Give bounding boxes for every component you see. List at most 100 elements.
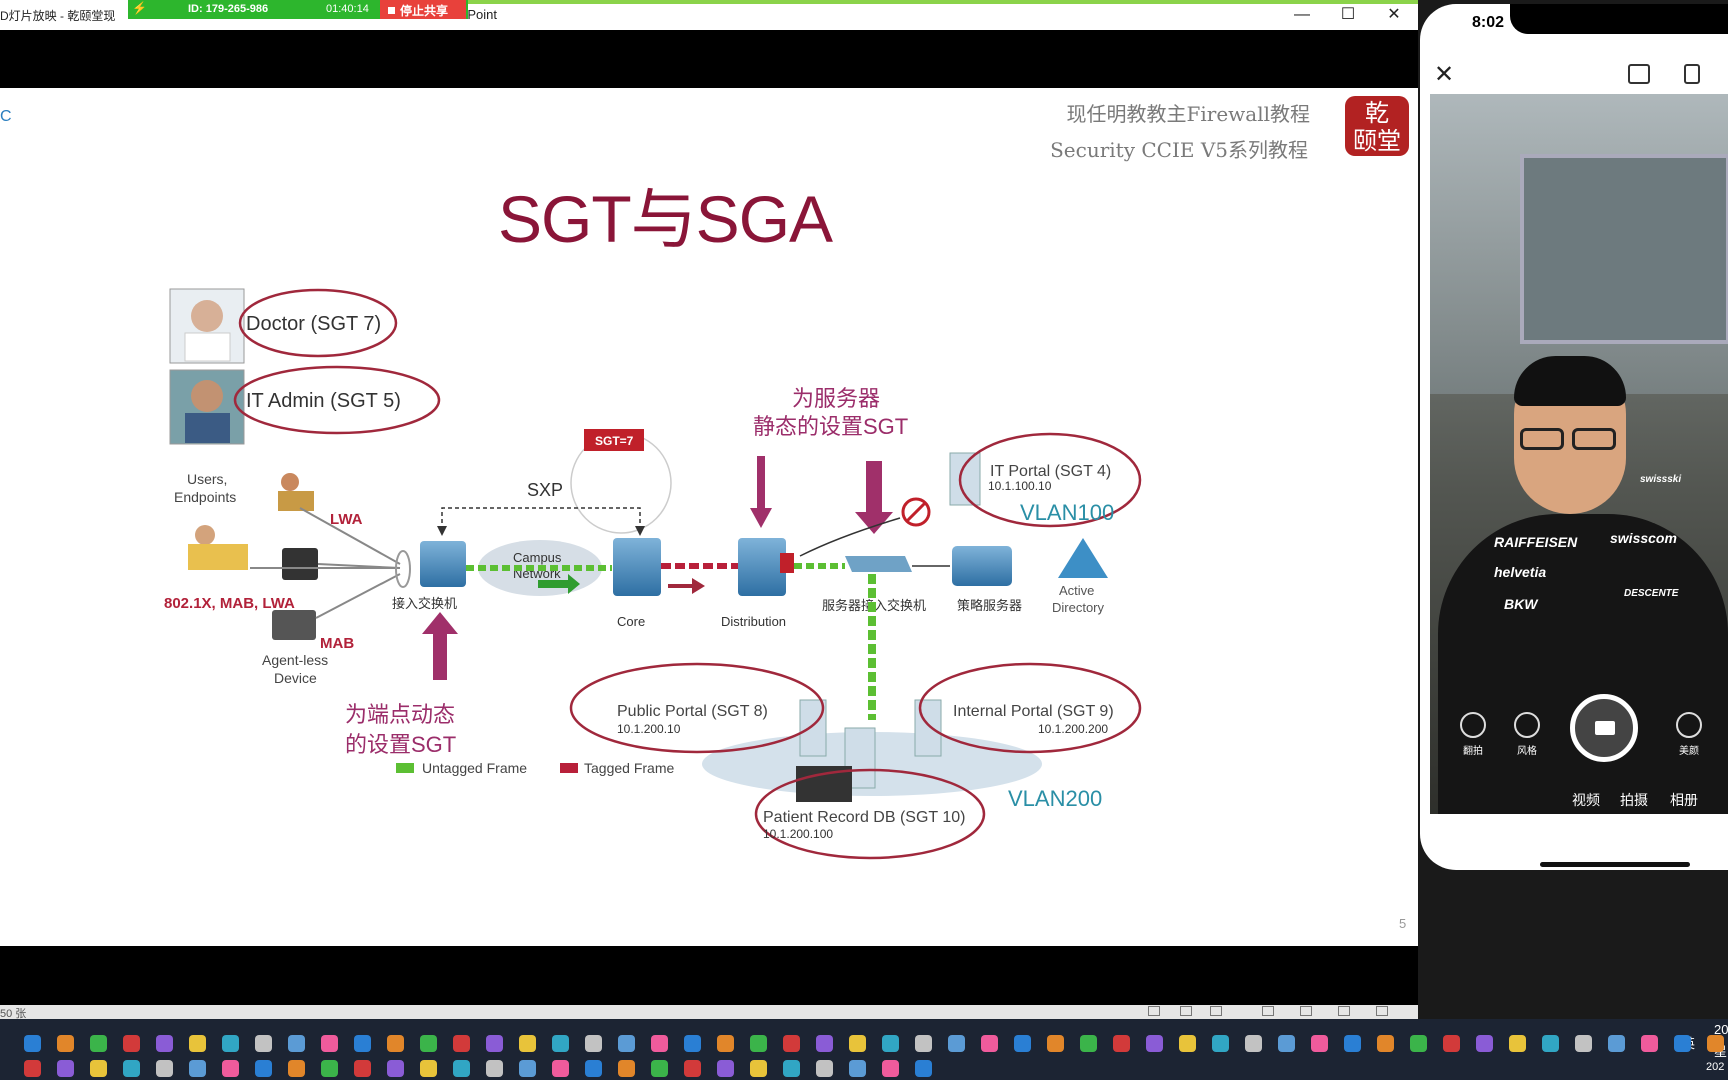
taskbar-edge-0-1-icon[interactable] <box>57 1035 74 1052</box>
taskbar-mail-0-33-icon[interactable] <box>1113 1035 1130 1052</box>
taskbar-app-1-4-icon[interactable] <box>156 1060 173 1077</box>
style-control[interactable]: 风格 <box>1514 712 1540 757</box>
taskbar-explorer-1-0-icon[interactable] <box>24 1060 41 1077</box>
taskbar-finder-0-26-icon[interactable] <box>882 1035 899 1052</box>
taskbar-store-0-22-icon[interactable] <box>750 1035 767 1052</box>
mode-tab-video[interactable]: 视频 <box>1572 790 1600 810</box>
normal-view-icon[interactable] <box>1262 1006 1274 1016</box>
taskbar-mail-0-43-icon[interactable] <box>1443 1035 1460 1052</box>
taskbar-store-0-32-icon[interactable] <box>1080 1035 1097 1052</box>
taskbar-app-0-4-icon[interactable] <box>156 1035 173 1052</box>
mode-tab-photo[interactable]: 拍摄 <box>1620 790 1648 810</box>
record-button[interactable] <box>1570 694 1638 762</box>
taskbar-chrome-0-35-icon[interactable] <box>1179 1035 1196 1052</box>
taskbar-record-0-9-icon[interactable] <box>321 1035 338 1052</box>
taskbar-powerpoint-0-48-icon[interactable] <box>1608 1035 1625 1052</box>
taskbar-explorer-1-20-icon[interactable] <box>684 1060 701 1077</box>
taskbar-explorer-0-10-icon[interactable] <box>354 1035 371 1052</box>
beauty-control[interactable]: 美颜 <box>1676 712 1702 757</box>
taskbar-finder-1-6-icon[interactable] <box>222 1060 239 1077</box>
sorter-view-icon[interactable] <box>1300 1006 1312 1016</box>
taskbar-explorer-0-50-icon[interactable] <box>1674 1035 1691 1052</box>
taskbar-chrome-0-15-icon[interactable] <box>519 1035 536 1052</box>
taskbar-mail-0-3-icon[interactable] <box>123 1035 140 1052</box>
taskbar-chrome-0-25-icon[interactable] <box>849 1035 866 1052</box>
screen-mode-icon[interactable] <box>1628 64 1650 84</box>
taskbar-edge-0-31-icon[interactable] <box>1047 1035 1064 1052</box>
taskbar-store-1-22-icon[interactable] <box>750 1060 767 1077</box>
taskbar-chrome-0-5-icon[interactable] <box>189 1035 206 1052</box>
taskbar-powerpoint-0-18-icon[interactable] <box>618 1035 635 1052</box>
taskbar-explorer-0-20-icon[interactable] <box>684 1035 701 1052</box>
taskbar-edge-1-11-icon[interactable] <box>387 1060 404 1077</box>
aspect-ratio-icon[interactable] <box>1684 64 1700 84</box>
taskbar-record-1-9-icon[interactable] <box>321 1060 338 1077</box>
taskbar-network-0-37-icon[interactable] <box>1245 1035 1262 1052</box>
taskbar-mail-0-13-icon[interactable] <box>453 1035 470 1052</box>
taskbar-powerpoint-1-18-icon[interactable] <box>618 1060 635 1077</box>
taskbar-store-0-12-icon[interactable] <box>420 1035 437 1052</box>
taskbar-chrome-1-15-icon[interactable] <box>519 1060 536 1077</box>
taskbar-edge-0-11-icon[interactable] <box>387 1035 404 1052</box>
taskbar-mail-1-13-icon[interactable] <box>453 1060 470 1077</box>
taskbar-explorer-0-40-icon[interactable] <box>1344 1035 1361 1052</box>
taskbar-powerpoint-0-28-icon[interactable] <box>948 1035 965 1052</box>
taskbar-explorer-0-30-icon[interactable] <box>1014 1035 1031 1052</box>
taskbar-store-1-12-icon[interactable] <box>420 1060 437 1077</box>
remake-control[interactable]: 翻拍 <box>1460 712 1486 757</box>
taskbar-record-1-19-icon[interactable] <box>651 1060 668 1077</box>
taskbar-record-0-29-icon[interactable] <box>981 1035 998 1052</box>
taskbar-explorer-1-10-icon[interactable] <box>354 1060 371 1077</box>
taskbar-finder-0-36-icon[interactable] <box>1212 1035 1229 1052</box>
maximize-button[interactable]: ☐ <box>1328 2 1368 28</box>
prev-slide-icon[interactable] <box>1148 1006 1160 1016</box>
taskbar-store-1-2-icon[interactable] <box>90 1060 107 1077</box>
next-slide-icon[interactable] <box>1210 1006 1222 1016</box>
taskbar-app-0-44-icon[interactable] <box>1476 1035 1493 1052</box>
taskbar-edge-0-41-icon[interactable] <box>1377 1035 1394 1052</box>
taskbar-mail-1-3-icon[interactable] <box>123 1060 140 1077</box>
taskbar-network-1-27-icon[interactable] <box>915 1060 932 1077</box>
taskbar-network-1-17-icon[interactable] <box>585 1060 602 1077</box>
taskbar-powerpoint-0-8-icon[interactable] <box>288 1035 305 1052</box>
taskbar-network-1-7-icon[interactable] <box>255 1060 272 1077</box>
taskbar-edge-1-1-icon[interactable] <box>57 1060 74 1077</box>
taskbar-finder-0-16-icon[interactable] <box>552 1035 569 1052</box>
taskbar-chrome-0-45-icon[interactable] <box>1509 1035 1526 1052</box>
taskbar-network-0-47-icon[interactable] <box>1575 1035 1592 1052</box>
taskbar-powerpoint-1-8-icon[interactable] <box>288 1060 305 1077</box>
taskbar-app-0-34-icon[interactable] <box>1146 1035 1163 1052</box>
taskbar-explorer-0-0-icon[interactable] <box>24 1035 41 1052</box>
taskbar-store-0-2-icon[interactable] <box>90 1035 107 1052</box>
slideshow-view-icon[interactable] <box>1376 1006 1388 1016</box>
taskbar-network-0-17-icon[interactable] <box>585 1035 602 1052</box>
taskbar-store-0-42-icon[interactable] <box>1410 1035 1427 1052</box>
taskbar-record-0-39-icon[interactable] <box>1311 1035 1328 1052</box>
taskbar-app-0-14-icon[interactable] <box>486 1035 503 1052</box>
taskbar-powerpoint-0-38-icon[interactable] <box>1278 1035 1295 1052</box>
close-button[interactable]: ✕ <box>1374 2 1414 28</box>
taskbar-chrome-1-25-icon[interactable] <box>849 1060 866 1077</box>
slide-menu-icon[interactable] <box>1180 1006 1192 1016</box>
close-icon[interactable]: ✕ <box>1434 60 1454 89</box>
taskbar-app-1-14-icon[interactable] <box>486 1060 503 1077</box>
taskbar-edge-1-21-icon[interactable] <box>717 1060 734 1077</box>
mode-tab-album[interactable]: 相册 <box>1670 790 1698 810</box>
taskbar-record-0-49-icon[interactable] <box>1641 1035 1658 1052</box>
taskbar-network-0-27-icon[interactable] <box>915 1035 932 1052</box>
taskbar-mail-1-23-icon[interactable] <box>783 1060 800 1077</box>
taskbar-record-0-19-icon[interactable] <box>651 1035 668 1052</box>
minimize-button[interactable]: — <box>1282 2 1322 28</box>
home-indicator[interactable] <box>1540 862 1690 867</box>
taskbar-chrome-1-5-icon[interactable] <box>189 1060 206 1077</box>
taskbar-finder-0-46-icon[interactable] <box>1542 1035 1559 1052</box>
clock-year[interactable]: 202 <box>1706 1061 1724 1073</box>
taskbar-mail-0-23-icon[interactable] <box>783 1035 800 1052</box>
taskbar-app-0-24-icon[interactable] <box>816 1035 833 1052</box>
taskbar-finder-1-26-icon[interactable] <box>882 1060 899 1077</box>
reading-view-icon[interactable] <box>1338 1006 1350 1016</box>
taskbar-finder-1-16-icon[interactable] <box>552 1060 569 1077</box>
taskbar-network-0-7-icon[interactable] <box>255 1035 272 1052</box>
taskbar-edge-0-51-icon[interactable] <box>1707 1035 1724 1052</box>
taskbar-finder-0-6-icon[interactable] <box>222 1035 239 1052</box>
